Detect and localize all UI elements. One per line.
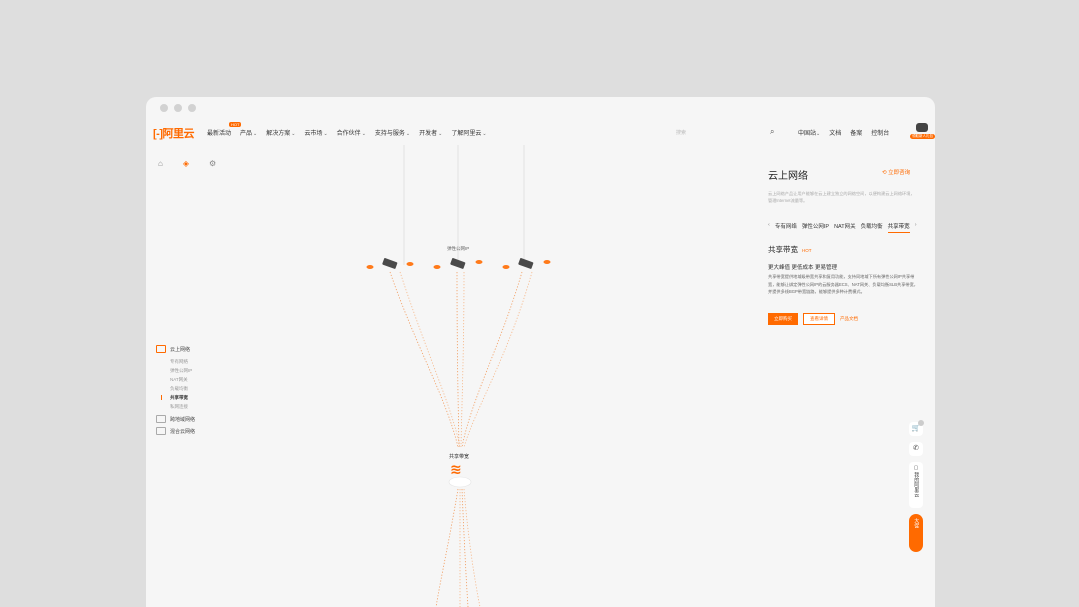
phone-icon: ✆: [913, 445, 919, 452]
hub-base: [448, 476, 472, 488]
tab-eip[interactable]: 弹性公网IP: [802, 222, 829, 233]
left-nav-item-eip[interactable]: 弹性公网IP: [156, 366, 195, 375]
link-line: [460, 271, 465, 448]
my-aliyun-button[interactable]: ▢ 我的阿里云: [909, 462, 923, 508]
view-detail-button[interactable]: 查看详情: [803, 313, 835, 325]
left-nav-item-privatelink[interactable]: 私网连接: [156, 402, 195, 411]
chevron-down-icon: ⌄: [405, 131, 411, 137]
link-line: [399, 271, 461, 448]
home-icon[interactable]: ⌂: [158, 159, 163, 168]
detail-panel: 云上网络 ⟲ 立即咨询 云上网络产品让用户能够在云上建立独立的网络空间，以便构建…: [768, 167, 923, 325]
browser-window: [-]阿里云 最新活动 HOT 产品⌄ 解决方案⌄ 云市场⌄ 合作伙伴⌄ 支持与服…: [146, 97, 935, 607]
left-nav-item-shared-bandwidth[interactable]: 共享带宽: [156, 393, 195, 402]
left-nav-group-hybrid[interactable]: 混合云网络: [156, 427, 195, 435]
chevron-down-icon: ⌄: [361, 131, 366, 137]
section-title: 共享带宽 HOT: [768, 245, 812, 254]
eip-node-1: [366, 258, 414, 269]
aliyun-logo[interactable]: [-]阿里云: [153, 125, 194, 141]
link-line: [389, 271, 459, 448]
link-line: [463, 488, 481, 607]
chevron-down-icon: ⌄: [438, 131, 443, 137]
nav-item-products[interactable]: 产品⌄: [240, 128, 257, 137]
left-nav-item-nat[interactable]: NAT网关: [156, 375, 195, 384]
product-tabs: ‹ 专有网络 弹性公网IP NAT网关 负载均衡 共享带宽 ›: [768, 222, 917, 233]
tab-slb[interactable]: 负载均衡: [861, 222, 883, 233]
cart-button[interactable]: 🛒: [909, 420, 924, 436]
hot-badge: HOT: [802, 247, 812, 253]
nav-item-support[interactable]: 支持与服务⌄: [375, 128, 410, 137]
left-nav-group-cloud-network[interactable]: 云上网络: [156, 345, 195, 353]
floating-toolbar: 🛒 ✆ ▢ 我的阿里云 大促: [909, 420, 924, 552]
nav-console[interactable]: 控制台: [871, 128, 889, 137]
nav-item-developer[interactable]: 开发者⌄: [419, 128, 442, 137]
chevron-left-icon[interactable]: ‹: [768, 222, 770, 233]
tab-vpc[interactable]: 专有网络: [775, 222, 797, 233]
chevron-right-icon[interactable]: ›: [915, 222, 917, 233]
gear-icon[interactable]: ⚙: [209, 159, 216, 168]
hub-label: 共享带宽: [449, 454, 470, 460]
search-icon[interactable]: ⌕: [770, 127, 774, 137]
vip-badge[interactable]: 领取新人礼包: [910, 134, 935, 139]
phone-button[interactable]: ✆: [909, 442, 923, 456]
tab-nat[interactable]: NAT网关: [834, 222, 856, 233]
promo-button[interactable]: 大促: [909, 514, 923, 552]
link-line: [435, 488, 459, 607]
right-nav: 中国站⌄ 文档 备案 控制台: [798, 128, 889, 137]
product-detail: 共享带宽提供地域级带宽共享和复用功能，支持同地域下所有弹性公网IP共享带宽，能够…: [768, 274, 918, 294]
view-toolbar: ⌂ ◈ ⚙: [158, 159, 216, 168]
link-line: [463, 271, 533, 448]
tab-shared-bandwidth[interactable]: 共享带宽: [887, 222, 910, 233]
nav-item-about[interactable]: 了解阿里云⌄: [451, 128, 486, 137]
top-navigation: [-]阿里云 最新活动 HOT 产品⌄ 解决方案⌄ 云市场⌄ 合作伙伴⌄ 支持与服…: [146, 122, 935, 141]
message-icon: ▢: [913, 465, 919, 471]
main-nav: 最新活动 HOT 产品⌄ 解决方案⌄ 云市场⌄ 合作伙伴⌄ 支持与服务⌄ 开发者⌄…: [207, 122, 487, 137]
hybrid-cloud-icon: [156, 427, 166, 435]
consult-link[interactable]: ⟲ 立即咨询: [882, 168, 910, 176]
hot-badge: HOT: [229, 122, 242, 127]
search-input[interactable]: 搜索: [676, 129, 686, 136]
chevron-down-icon: ⌄: [291, 131, 296, 137]
nav-item-solutions[interactable]: 解决方案⌄: [266, 128, 295, 137]
left-nav-group-cross-region[interactable]: 跨地域网络: [156, 415, 195, 423]
left-nav-item-slb[interactable]: 负载均衡: [156, 384, 195, 393]
chevron-down-icon: ⌄: [253, 131, 258, 137]
nav-item-latest[interactable]: 最新活动 HOT: [207, 122, 242, 137]
nav-item-marketplace[interactable]: 云市场⌄: [304, 128, 327, 137]
eip-label: 弹性公网IP: [447, 246, 470, 251]
nav-docs[interactable]: 文档: [829, 128, 841, 137]
avatar[interactable]: [916, 123, 928, 132]
chevron-down-icon: ⌄: [323, 131, 328, 137]
cloud-network-icon: [156, 345, 166, 353]
tagline: 更大峰值 更低成本 更易管理: [768, 265, 838, 271]
cube-icon[interactable]: ◈: [183, 159, 189, 168]
action-buttons: 立即购买 查看详情 产品文档: [768, 313, 858, 325]
link-line: [461, 488, 469, 607]
cross-region-icon: [156, 415, 166, 423]
nav-region[interactable]: 中国站⌄: [798, 128, 820, 137]
chevron-down-icon: ⌄: [482, 131, 487, 137]
buy-button[interactable]: 立即购买: [768, 313, 798, 325]
chevron-down-icon: ⌄: [816, 131, 821, 137]
docs-link[interactable]: 产品文档: [840, 316, 858, 322]
nav-item-partners[interactable]: 合作伙伴⌄: [337, 128, 366, 137]
left-nav-item-vpc[interactable]: 专有网络: [156, 357, 195, 366]
wifi-icon[interactable]: ≋: [450, 461, 462, 478]
link-line: [461, 271, 523, 448]
left-nav: 云上网络 专有网络 弹性公网IP NAT网关 负载均衡 共享带宽 私网连接 跨地…: [156, 345, 195, 439]
nav-icp[interactable]: 备案: [850, 128, 862, 137]
cart-badge: [918, 420, 924, 426]
panel-desc: 云上网络产品让用户能够在云上建立独立的网络空间，以便构建云上网络环境，管理Int…: [768, 191, 915, 203]
eip-node-3: [502, 258, 551, 269]
link-line: [456, 271, 460, 448]
cart-icon: 🛒: [911, 425, 921, 432]
